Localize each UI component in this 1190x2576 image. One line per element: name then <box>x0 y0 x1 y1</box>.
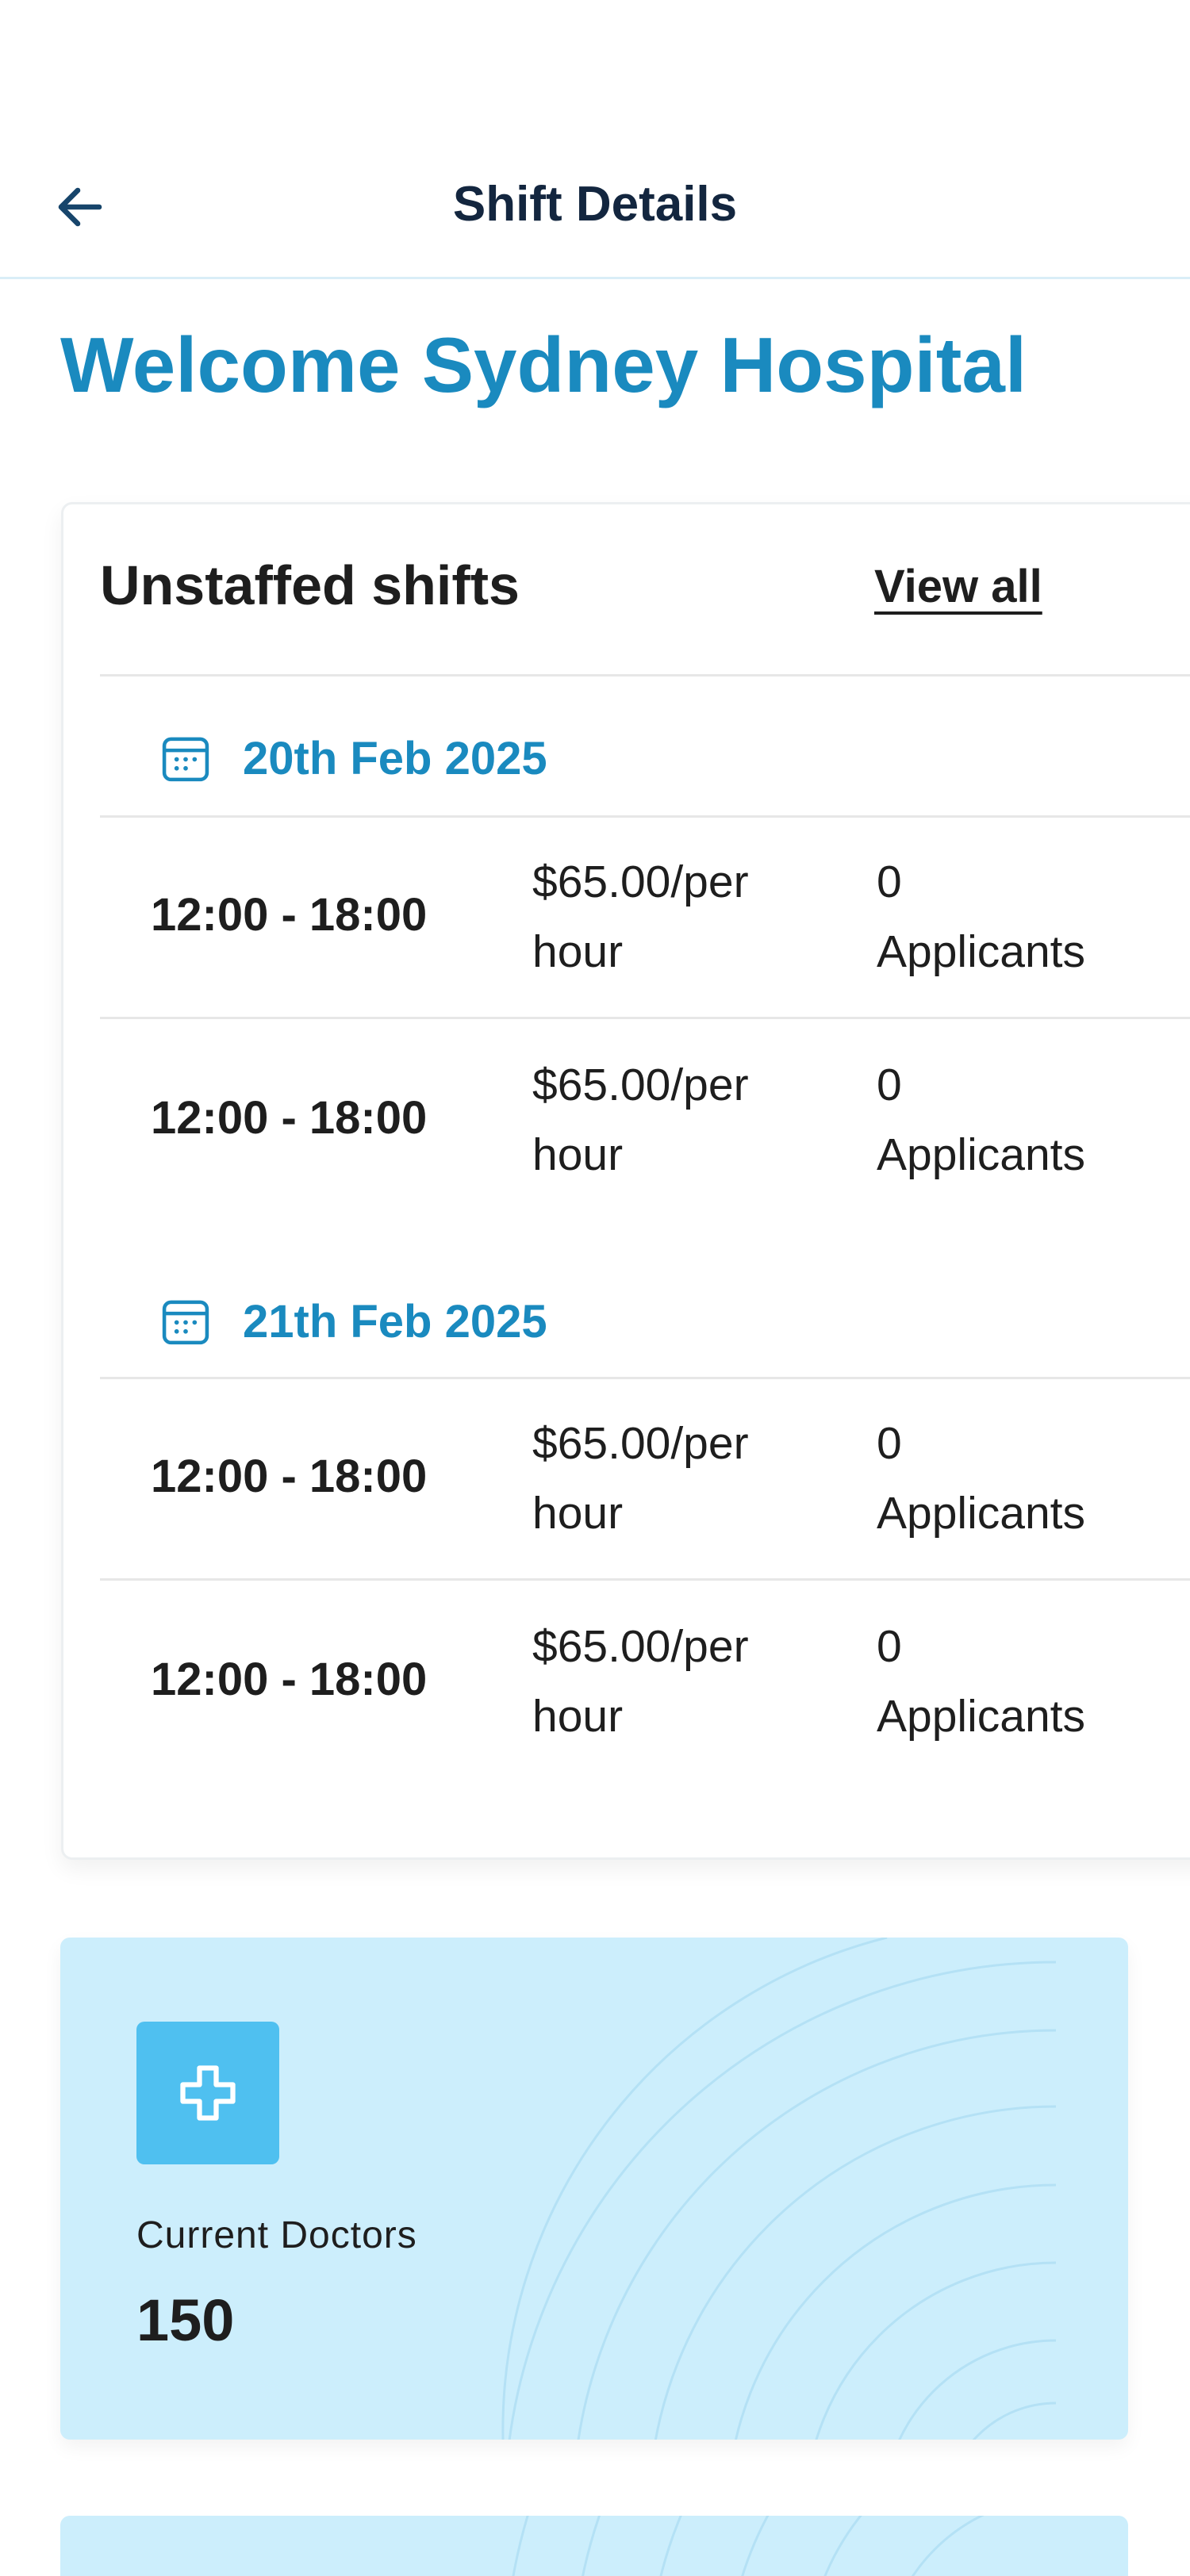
shift-row[interactable]: 12:00 - 18:00 $65.00/per hour 0 Applican… <box>100 1377 1190 1577</box>
applicants-label: Applicants <box>877 1488 1085 1539</box>
shift-applicants: 0 Applicants <box>877 1409 1130 1548</box>
shift-row[interactable]: 12:00 - 18:00 $65.00/per hour 0 Applican… <box>100 1580 1190 1780</box>
decorative-arcs <box>512 2516 985 2576</box>
shift-date: 20th Feb 2025 <box>243 732 547 784</box>
app-header: Shift Details <box>0 0 1190 279</box>
applicants-label: Applicants <box>877 1129 1085 1180</box>
applicants-count: 0 <box>877 1621 902 1672</box>
applicants-count: 0 <box>877 1418 902 1469</box>
shift-rate: $65.00/per hour <box>532 1621 749 1742</box>
shift-row[interactable]: 12:00 - 18:00 $65.00/per hour 0 Applican… <box>100 1018 1190 1218</box>
applicants-count: 0 <box>877 857 902 907</box>
shift-applicants: 0 Applicants <box>877 1050 1130 1190</box>
next-stat-card[interactable] <box>60 2516 1128 2576</box>
calendar-icon <box>162 737 209 782</box>
shift-applicants: 0 Applicants <box>877 1612 1130 1751</box>
date-header: 21th Feb 2025 <box>159 1294 547 1348</box>
divider <box>100 674 1190 677</box>
date-header: 20th Feb 2025 <box>159 731 547 785</box>
applicants-label: Applicants <box>877 1691 1085 1742</box>
shift-rate: $65.00/per hour <box>532 1060 749 1180</box>
page-title: Shift Details <box>452 177 738 232</box>
applicants-label: Applicants <box>877 926 1085 977</box>
card-title: Unstaffed shifts <box>100 554 520 616</box>
shift-time: 12:00 - 18:00 <box>151 1451 428 1502</box>
stat-value: 150 <box>136 2287 235 2353</box>
unstaffed-shifts-card: Unstaffed shifts View all 20th Feb 2025 … <box>61 502 1190 1860</box>
shift-row[interactable]: 12:00 - 18:00 $65.00/per hour 0 Applican… <box>100 815 1190 1015</box>
calendar-icon <box>162 1300 209 1345</box>
medical-cross-icon-box <box>136 2022 279 2164</box>
shift-time: 12:00 - 18:00 <box>151 889 428 941</box>
view-all-link[interactable]: View all <box>874 560 1042 613</box>
welcome-heading: Welcome Sydney Hospital <box>60 321 1027 408</box>
shift-time: 12:00 - 18:00 <box>151 1654 428 1705</box>
current-doctors-card[interactable]: Current Doctors 150 <box>60 1938 1128 2440</box>
applicants-count: 0 <box>877 1060 902 1110</box>
stat-label: Current Doctors <box>136 2214 417 2256</box>
decorative-arcs <box>501 1938 1057 2440</box>
shift-date: 21th Feb 2025 <box>243 1295 547 1347</box>
shift-applicants: 0 Applicants <box>877 847 1130 987</box>
medical-cross-icon <box>180 2065 236 2121</box>
shift-rate: $65.00/per hour <box>532 857 749 977</box>
shift-time: 12:00 - 18:00 <box>151 1092 428 1144</box>
shift-rate: $65.00/per hour <box>532 1418 749 1539</box>
